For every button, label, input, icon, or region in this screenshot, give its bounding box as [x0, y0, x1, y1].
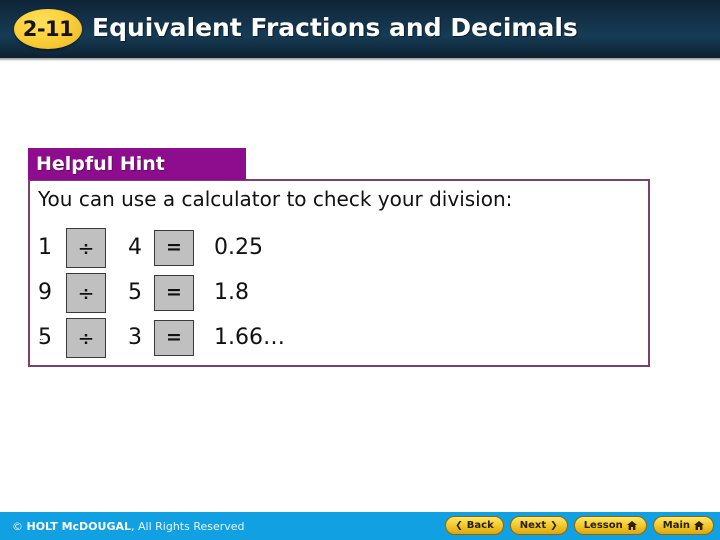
quotient-value: 1.8	[214, 280, 249, 305]
quotient-value: 1.66…	[214, 325, 285, 350]
helpful-hint-box: Helpful Hint You can use a calculator to…	[28, 148, 650, 367]
equals-key-icon: =	[154, 319, 194, 356]
equals-key-icon: =	[154, 229, 194, 266]
back-button-label: Back	[466, 520, 494, 531]
page-title: Equivalent Fractions and Decimals	[92, 13, 578, 42]
divide-key-icon: ÷	[66, 317, 106, 358]
equals-key-icon: =	[154, 274, 194, 311]
header-content: 2-11 Equivalent Fractions and Decimals	[0, 0, 720, 58]
helpful-hint-title-label: Helpful Hint	[36, 152, 165, 175]
helpful-hint-body: You can use a calculator to check your d…	[28, 179, 650, 367]
copyright-rights: , All Rights Reserved	[131, 520, 245, 533]
chevron-left-icon: ❮	[455, 520, 463, 531]
divide-key-icon: ÷	[66, 272, 106, 313]
header-divider	[0, 58, 720, 61]
dividend-value: 1	[38, 235, 52, 260]
divide-key-icon: ÷	[66, 227, 106, 268]
next-button-label: Next	[519, 520, 547, 531]
chevron-right-icon: ❯	[550, 520, 558, 531]
divisor-value: 5	[128, 280, 142, 305]
copyright-symbol: ©	[12, 520, 27, 533]
calculator-example-row: 1 ÷ 4 = 0.25	[38, 225, 285, 270]
main-home-button[interactable]: Main	[652, 516, 714, 535]
lesson-home-button-label: Lesson	[583, 520, 623, 531]
helpful-hint-text: You can use a calculator to check your d…	[38, 187, 513, 211]
calculator-example-row: 9 ÷ 5 = 1.8	[38, 270, 285, 315]
divisor-value: 3	[128, 325, 142, 350]
back-button[interactable]: ❮ Back	[445, 516, 504, 535]
calculator-examples-list: 1 ÷ 4 = 0.25 9 ÷ 5 = 1.8 5 ¨ ÷ 3 = 1.66…	[38, 225, 285, 360]
copyright-text: © HOLT McDOUGAL, All Rights Reserved	[12, 520, 245, 533]
dividend-value: 5 ¨	[38, 325, 66, 350]
divisor-value: 4	[128, 235, 142, 260]
helpful-hint-title-bar: Helpful Hint	[28, 148, 246, 180]
navigation-button-group: ❮ Back Next ❯ Lesson Main	[445, 516, 714, 535]
calculator-example-row: 5 ¨ ÷ 3 = 1.66…	[38, 315, 285, 360]
lesson-number-badge: 2-11	[14, 9, 82, 49]
next-button[interactable]: Next ❯	[509, 516, 568, 535]
main-home-button-label: Main	[662, 520, 690, 531]
home-icon	[694, 521, 704, 530]
lesson-number-label: 2-11	[22, 16, 74, 41]
dividend-value: 9	[38, 280, 52, 305]
quotient-value: 0.25	[214, 235, 263, 260]
stray-mark: ¨	[39, 339, 43, 349]
slide-header: 2-11 Equivalent Fractions and Decimals	[0, 0, 720, 58]
lesson-home-button[interactable]: Lesson	[573, 516, 647, 535]
copyright-brand: HOLT McDOUGAL	[26, 520, 132, 533]
slide-footer: © HOLT McDOUGAL, All Rights Reserved ❮ B…	[0, 512, 720, 540]
home-icon	[626, 521, 637, 530]
